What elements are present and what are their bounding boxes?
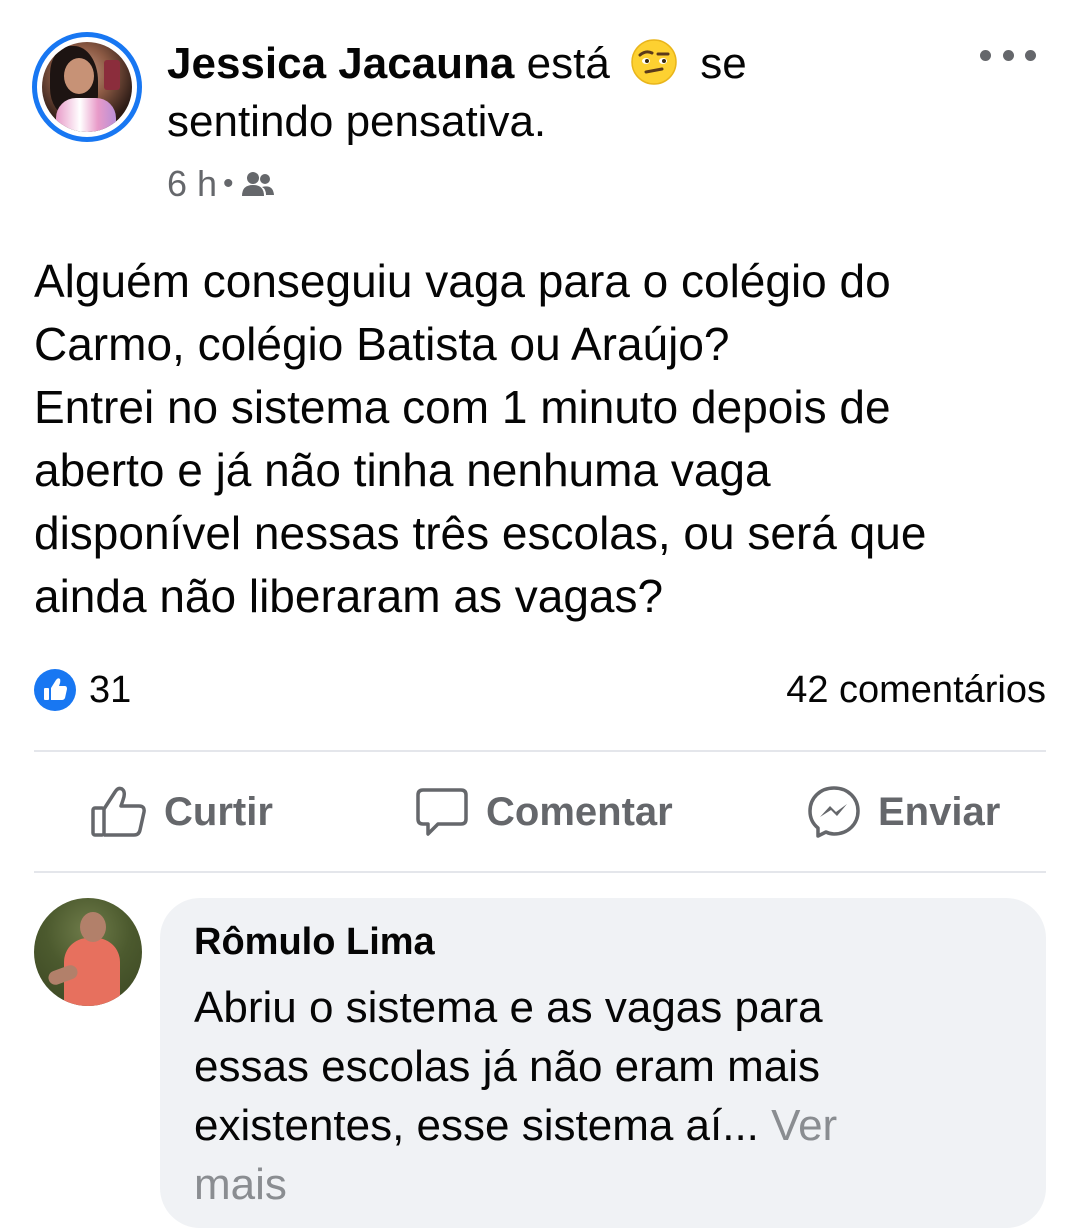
comment: Rômulo Lima Abriu o sistema e as vagas p…: [0, 890, 1066, 1228]
feeling-prefix: está: [526, 39, 610, 88]
like-label: Curtir: [164, 789, 273, 834]
post-actions: Curtir Comentar Enviar: [0, 760, 1066, 865]
see-more-link[interactable]: Ver: [771, 1101, 837, 1150]
post-text-line: ainda não liberaram as vagas?: [34, 570, 664, 622]
divider: [34, 750, 1046, 752]
comment-button[interactable]: Comentar: [414, 782, 673, 842]
post-header: Jessica Jacauna está se sentindo pensati…: [0, 0, 1066, 220]
comment-text-line: existentes, esse sistema aí... Ver: [194, 1096, 837, 1155]
comment-text-line-part: existentes, esse sistema aí...: [194, 1101, 759, 1150]
reactions-summary: 31 42 comentários: [0, 665, 1066, 715]
feeling-text: sentindo pensativa.: [167, 97, 547, 146]
more-dot-icon: [980, 49, 991, 61]
thumbs-up-icon: [91, 786, 146, 837]
commenter-avatar[interactable]: [34, 898, 142, 1006]
more-options-button[interactable]: [980, 40, 1036, 70]
comment-text: Abriu o sistema e as vagas para essas es…: [194, 978, 837, 1214]
comment-bubble: Rômulo Lima Abriu o sistema e as vagas p…: [160, 898, 1046, 1228]
post-text-line: Carmo, colégio Batista ou Araújo?: [34, 318, 730, 370]
reaction-count[interactable]: 31: [89, 665, 131, 715]
comment-bubble-icon: [416, 788, 468, 836]
like-reaction-icon[interactable]: [34, 669, 76, 711]
comment-text-line: essas escolas já não eram mais: [194, 1042, 821, 1091]
feeling-suffix: se: [700, 39, 747, 88]
messenger-icon: [808, 786, 860, 838]
post-time[interactable]: 6 h: [167, 163, 217, 204]
post-author-name[interactable]: Jessica Jacauna: [167, 39, 514, 88]
more-dot-icon: [1002, 49, 1014, 61]
more-dot-icon: [1025, 49, 1036, 61]
post-text-line: aberto e já não tinha nenhuma vaga: [34, 444, 771, 496]
thinking-face-emoji-icon: [631, 39, 677, 85]
see-more-link-continued[interactable]: mais: [194, 1155, 837, 1214]
post-author-line: Jessica Jacauna está se: [167, 36, 747, 92]
meta-separator: •: [223, 167, 234, 200]
divider: [34, 871, 1046, 873]
post-meta: 6 h •: [167, 160, 276, 208]
post-text-line: disponível nessas três escolas, ou será …: [34, 507, 927, 559]
author-avatar[interactable]: [32, 32, 142, 142]
comment-text-line: Abriu o sistema e as vagas para: [194, 983, 823, 1032]
comment-count[interactable]: 42 comentários: [786, 665, 1046, 715]
post-text-line: Alguém conseguiu vaga para o colégio do: [34, 255, 891, 307]
comment-label: Comentar: [486, 789, 673, 834]
send-button[interactable]: Enviar: [806, 782, 1000, 842]
post-text-line: Entrei no sistema com 1 minuto depois de: [34, 381, 891, 433]
comment-author[interactable]: Rômulo Lima: [194, 916, 435, 968]
send-label: Enviar: [878, 789, 1001, 834]
post-body: Alguém conseguiu vaga para o colégio do …: [34, 250, 1044, 628]
friends-icon[interactable]: [240, 170, 276, 200]
like-button[interactable]: Curtir: [90, 782, 273, 842]
